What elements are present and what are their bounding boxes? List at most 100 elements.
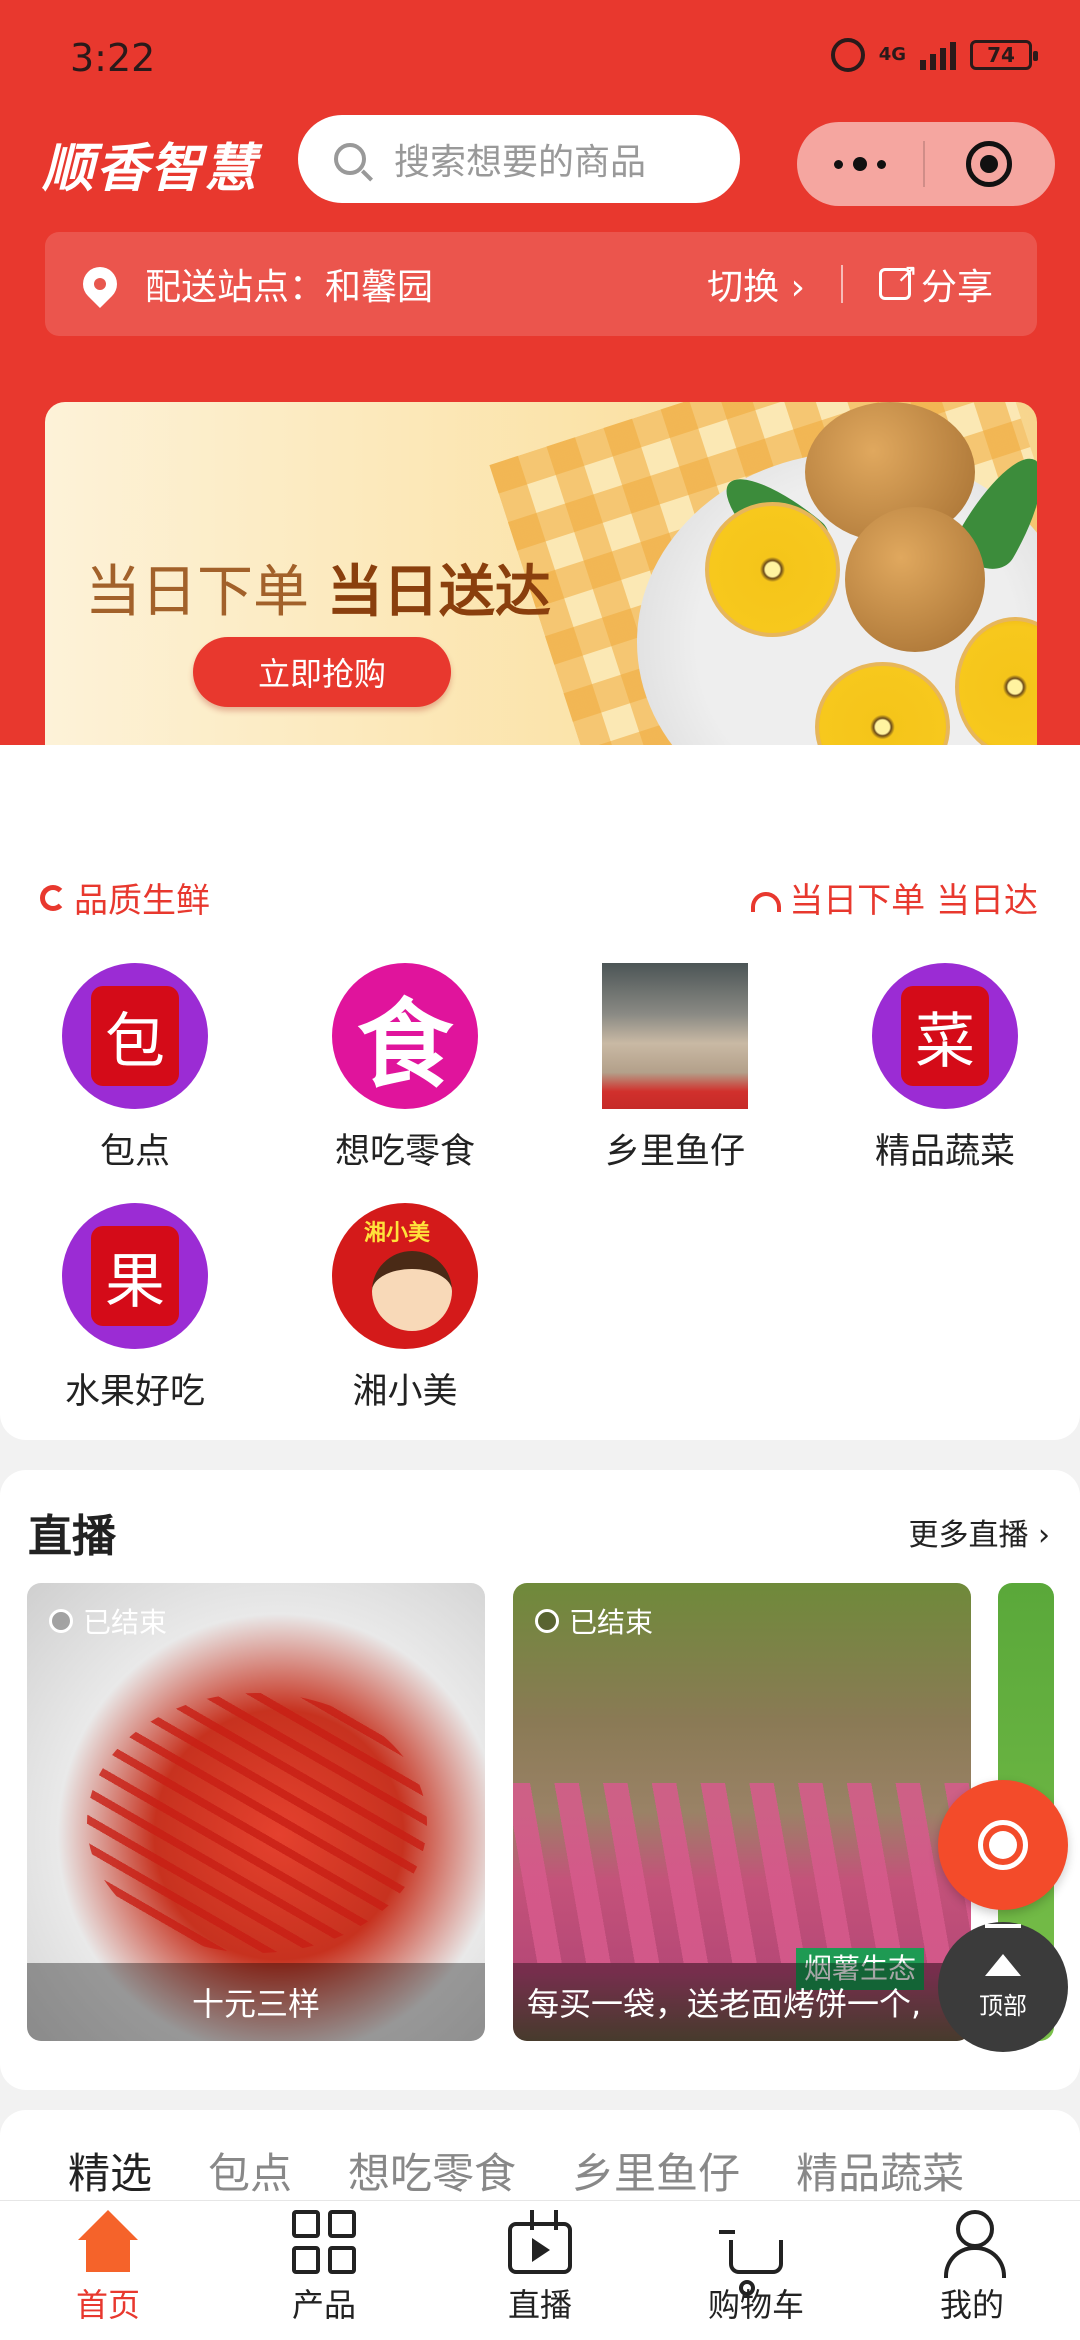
category-label: 湘小美 xyxy=(352,1372,458,1412)
category-xiangxiaomei[interactable]: 湘小美 湘小美 xyxy=(305,1203,505,1414)
tab-fish[interactable]: 乡里鱼仔 xyxy=(572,2140,740,2201)
banner-headline: 当日下单 当日送达 xyxy=(85,547,551,628)
station-divider xyxy=(840,265,843,303)
status-icons: 4G 74 xyxy=(830,38,1038,72)
headset-icon xyxy=(978,1820,1028,1870)
live-status: 已结束 xyxy=(535,1601,653,1641)
nav-label: 首页 xyxy=(75,2286,140,2324)
buy-now-button[interactable]: 立即抢购 xyxy=(193,637,451,707)
fruit-icon: 果 xyxy=(62,1203,208,1349)
battery-icon: 74 xyxy=(970,40,1038,70)
chili-image xyxy=(87,1693,427,1953)
more-menu-button[interactable] xyxy=(797,157,923,171)
category-label: 乡里鱼仔 xyxy=(604,1132,745,1172)
live-caption: 每买一袋，送老面烤饼一个, xyxy=(513,1963,971,2041)
tab-featured[interactable]: 精选 xyxy=(68,2140,152,2201)
category-baodian[interactable]: 包 包点 xyxy=(35,963,235,1174)
vegetable-icon: 菜 xyxy=(872,963,1018,1109)
dot-icon xyxy=(834,159,843,169)
live-card[interactable]: 已结束 十元三样 xyxy=(27,1583,485,2041)
xiangxiaomei-logo: 湘小美 xyxy=(332,1203,478,1349)
category-label: 想吃零食 xyxy=(334,1132,475,1172)
shrimp-icon xyxy=(40,884,66,911)
sunrise-icon xyxy=(751,891,782,912)
live-status-label: 已结束 xyxy=(83,1606,168,1639)
cart-icon xyxy=(719,2230,783,2296)
feature-quality: 品质生鲜 xyxy=(40,873,210,922)
category-tabs: 精选 包点 想吃零食 乡里鱼仔 精品蔬菜 xyxy=(0,2140,1080,2201)
home-icon xyxy=(76,2210,140,2274)
location-pin-icon xyxy=(75,259,125,309)
nav-label: 产品 xyxy=(291,2286,356,2324)
nav-label: 我的 xyxy=(939,2286,1004,2324)
status-bar: 3:22 4G 74 xyxy=(0,0,1080,120)
kiwi-half-image xyxy=(705,502,840,637)
category-glyph: 食 xyxy=(357,988,453,1101)
back-to-top-label: 顶部 xyxy=(979,1991,1027,2020)
status-time: 3:22 xyxy=(70,36,156,80)
sweet-potato-image xyxy=(513,1783,971,1963)
nav-label: 直播 xyxy=(507,2286,572,2324)
live-caption: 十元三样 xyxy=(27,1963,485,2041)
tv-icon xyxy=(508,2222,572,2274)
user-icon xyxy=(940,2210,1006,2278)
bottom-navigation: 首页 产品 直播 购物车 我的 xyxy=(0,2200,1080,2340)
back-to-top-button[interactable]: 顶部 xyxy=(938,1922,1068,2052)
nav-live[interactable]: 直播 xyxy=(432,2201,648,2340)
share-icon xyxy=(878,259,918,300)
nav-products[interactable]: 产品 xyxy=(216,2201,432,2340)
live-status-label: 已结束 xyxy=(569,1606,654,1639)
live-section-title: 直播 xyxy=(28,1511,116,1562)
feature-right-label: 当日下单 当日达 xyxy=(789,881,1038,921)
xiangxiaomei-logo-text: 湘小美 xyxy=(364,1221,431,1246)
category-label: 水果好吃 xyxy=(64,1372,205,1412)
category-glyph: 果 xyxy=(91,1226,179,1326)
girl-avatar-icon xyxy=(372,1251,452,1331)
feature-left-label: 品质生鲜 xyxy=(74,881,210,921)
nav-home[interactable]: 首页 xyxy=(0,2201,216,2340)
live-status: 已结束 xyxy=(49,1601,167,1641)
clock-icon xyxy=(535,1609,559,1633)
switch-station-button[interactable]: 切换 › xyxy=(707,258,805,310)
search-icon xyxy=(334,143,366,175)
share-button[interactable]: 分享 xyxy=(878,258,993,310)
network-type: 4G xyxy=(878,44,906,65)
bun-icon: 包 xyxy=(62,963,208,1109)
category-vegetables[interactable]: 菜 精品蔬菜 xyxy=(845,963,1045,1174)
category-fruit[interactable]: 果 水果好吃 xyxy=(35,1203,235,1414)
tab-baodian[interactable]: 包点 xyxy=(208,2140,292,2201)
signal-icon xyxy=(920,40,956,70)
tab-snacks[interactable]: 想吃零食 xyxy=(348,2140,516,2201)
nav-label: 购物车 xyxy=(707,2286,804,2324)
search-input[interactable]: 搜索想要的商品 xyxy=(298,115,740,203)
category-label: 精品蔬菜 xyxy=(874,1132,1015,1172)
live-card[interactable]: 已结束 烟薯生态 每买一袋，送老面烤饼一个, xyxy=(513,1583,971,2041)
close-miniprogram-button[interactable] xyxy=(925,141,1053,187)
category-glyph: 包 xyxy=(91,986,179,1086)
target-icon xyxy=(966,141,1012,187)
share-label: 分享 xyxy=(920,267,993,308)
category-snacks[interactable]: 食 想吃零食 xyxy=(305,963,505,1174)
category-fish[interactable]: 乡里鱼仔 xyxy=(575,963,775,1174)
kiwi-image xyxy=(845,507,985,652)
nav-cart[interactable]: 购物车 xyxy=(648,2201,864,2340)
app-logo: 顺香智慧 xyxy=(42,139,259,199)
category-glyph: 菜 xyxy=(901,986,989,1086)
station-label: 配送站点：和馨园 xyxy=(145,267,434,308)
category-label: 包点 xyxy=(99,1132,170,1172)
dot-icon xyxy=(853,157,867,171)
feature-same-day: 当日下单 当日达 xyxy=(751,873,1038,922)
delivery-station-bar: 配送站点：和馨园 切换 › 分享 xyxy=(45,232,1037,336)
dot-icon xyxy=(877,159,886,169)
banner-headline-bold: 当日送达 xyxy=(326,560,551,625)
tab-vegetables[interactable]: 精品蔬菜 xyxy=(796,2140,964,2201)
banner-headline-light: 当日下单 xyxy=(85,560,309,625)
customer-service-button[interactable] xyxy=(938,1780,1068,1910)
grid-icon xyxy=(292,2210,356,2274)
clock-icon xyxy=(49,1609,73,1633)
miniprogram-capsule xyxy=(797,122,1055,206)
alarm-icon xyxy=(830,38,865,72)
search-placeholder: 搜索想要的商品 xyxy=(394,142,647,183)
nav-me[interactable]: 我的 xyxy=(864,2201,1080,2340)
more-live-link[interactable]: 更多直播 › xyxy=(908,1510,1050,1554)
